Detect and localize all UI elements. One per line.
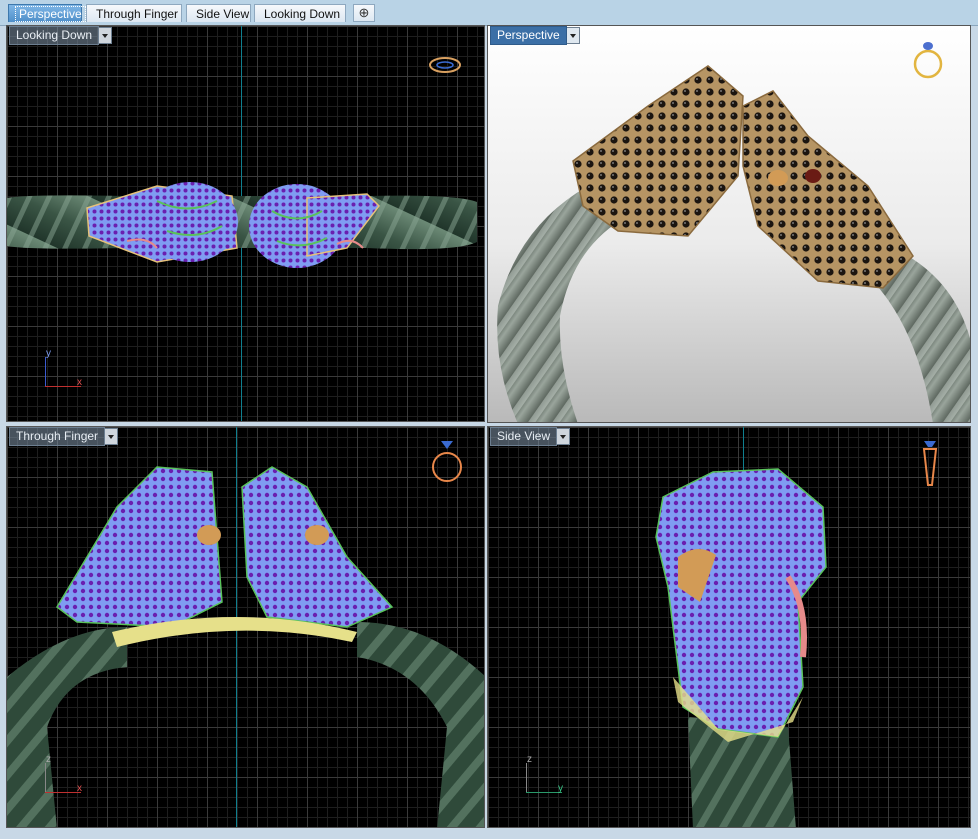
viewport-perspective[interactable]: Perspective	[487, 25, 971, 423]
axis-label: y	[558, 783, 563, 794]
viewport-side-view[interactable]: Side View z y	[487, 426, 971, 828]
chevron-down-icon[interactable]	[105, 428, 119, 445]
viewport-label: Through Finger	[9, 427, 106, 446]
model-perspective	[497, 42, 970, 422]
axis-label: z	[46, 754, 51, 765]
tab-perspective[interactable]: Perspective	[8, 4, 86, 22]
tab-label: Perspective	[15, 6, 86, 22]
viewport-label: Side View	[490, 427, 558, 446]
tab-label: Through Finger	[96, 7, 179, 21]
ring-front-view-icon	[432, 441, 462, 482]
axis-label: z	[527, 754, 532, 765]
ring-side-view-icon	[922, 441, 938, 486]
add-view-tab-button[interactable]: ⊕	[353, 4, 375, 22]
viewport-looking-down[interactable]: Looking Down y x	[6, 25, 485, 422]
viewport-label: Looking Down	[9, 26, 100, 45]
viewport-title-side-view[interactable]: Side View	[490, 427, 571, 446]
axis-label: x	[77, 783, 82, 794]
ring-perspective-icon	[913, 42, 943, 79]
chevron-down-icon[interactable]	[557, 428, 571, 445]
tab-through-finger[interactable]: Through Finger	[86, 4, 182, 22]
ring-top-view-icon	[429, 57, 461, 73]
tab-label: Looking Down	[264, 7, 341, 21]
viewport-title-looking-down[interactable]: Looking Down	[9, 26, 113, 45]
view-tab-bar: Perspective Through Finger Side View Loo…	[0, 0, 978, 26]
plus-icon: ⊕	[358, 5, 370, 20]
axis-triad: y x	[41, 348, 91, 391]
tab-label: Side View	[196, 7, 250, 21]
chevron-down-icon[interactable]	[99, 27, 113, 44]
axis-label: y	[46, 348, 51, 359]
axis-label: x	[77, 377, 82, 388]
axis-triad: z y	[522, 754, 572, 797]
viewport-label: Perspective	[490, 26, 567, 45]
viewport-title-through-finger[interactable]: Through Finger	[9, 427, 119, 446]
tab-side-view[interactable]: Side View	[186, 4, 251, 22]
axis-triad: z x	[41, 754, 91, 797]
viewport-through-finger[interactable]: Through Finger z x	[6, 426, 485, 828]
viewport-title-perspective[interactable]: Perspective	[490, 26, 580, 45]
chevron-down-icon[interactable]	[566, 27, 580, 44]
tab-looking-down[interactable]: Looking Down	[254, 4, 346, 22]
